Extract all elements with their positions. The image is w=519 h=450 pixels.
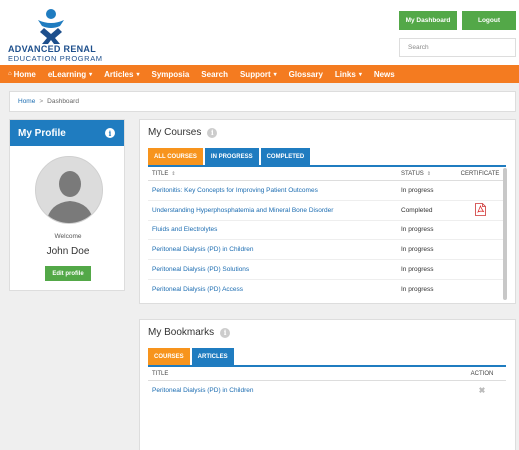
course-link[interactable]: Fluids and Electrolytes <box>148 226 401 233</box>
bookmark-link[interactable]: Peritoneal Dialysis (PD) in Children <box>148 387 458 394</box>
sort-icon: ⇕ <box>426 171 431 177</box>
course-link[interactable]: Understanding Hyperphosphatemia and Mine… <box>148 207 401 214</box>
bookmarks-panel-title: My Bookmarks i <box>148 327 231 338</box>
tab-completed[interactable]: COMPLETED <box>260 148 311 165</box>
action-cell: ✖ <box>458 386 506 395</box>
table-row: Fluids and Electrolytes In progress <box>148 221 506 241</box>
bookmarks-title-text: My Bookmarks <box>148 327 215 338</box>
tab-all-courses[interactable]: ALL COURSES <box>148 148 203 165</box>
table-row: Peritoneal Dialysis (PD) in Children In … <box>148 240 506 261</box>
info-icon[interactable]: i <box>207 127 218 138</box>
nav-articles[interactable]: Articles ▾ <box>104 70 139 79</box>
chevron-down-icon: ▾ <box>273 71 277 78</box>
column-status-header[interactable]: STATUS ⇕ <box>401 171 454 177</box>
pdf-icon <box>474 202 486 216</box>
chevron-down-icon: ▾ <box>358 71 362 78</box>
nav-support[interactable]: Support ▾ <box>240 70 277 79</box>
table-row: Peritoneal Dialysis (PD) in Children ✖ <box>148 381 506 401</box>
column-action-header: ACTION <box>470 371 494 377</box>
tab-in-progress[interactable]: IN PROGRESS <box>204 148 259 165</box>
table-row: Understanding Hyperphosphatemia and Mine… <box>148 201 506 221</box>
course-link[interactable]: Peritoneal Dialysis (PD) Access <box>148 286 401 293</box>
column-certificate-header: CERTIFICATE <box>460 171 500 177</box>
chevron-down-icon: ▾ <box>89 71 93 78</box>
breadcrumb-current: Dashboard <box>47 98 79 105</box>
nav-search[interactable]: Search <box>201 70 228 79</box>
bookmarks-panel: My Bookmarks i COURSES ARTICLES TITLE AC… <box>139 319 516 450</box>
courses-panel-title: My Courses i <box>148 127 218 138</box>
nav-symposia[interactable]: Symposia <box>151 70 189 79</box>
welcome-label: Welcome <box>54 233 82 240</box>
logout-button[interactable]: Logout <box>462 11 516 30</box>
remove-bookmark-icon[interactable]: ✖ <box>479 386 486 395</box>
arep-logo[interactable]: ADVANCED RENAL EDUCATION PROGRAM <box>8 8 118 63</box>
site-header: ADVANCED RENAL EDUCATION PROGRAM My Dash… <box>0 0 519 65</box>
table-row: Peritoneal Dialysis (PD) Access In progr… <box>148 280 506 300</box>
pdf-certificate-icon[interactable] <box>474 202 486 216</box>
bookmarks-table: TITLE ACTION Peritoneal Dialysis (PD) in… <box>148 368 506 401</box>
user-name: John Doe <box>46 246 90 257</box>
table-header: TITLE ACTION <box>148 368 506 381</box>
course-status: In progress <box>401 266 434 274</box>
info-icon[interactable]: i <box>105 128 115 138</box>
edit-profile-button[interactable]: Edit profile <box>45 266 91 281</box>
nav-home-label: Home <box>13 69 36 79</box>
certificate-cell <box>454 202 506 218</box>
course-status: In progress <box>401 186 434 194</box>
profile-panel: My Profile i Welcome John Doe Edit profi… <box>9 119 125 291</box>
my-dashboard-button[interactable]: My Dashboard <box>399 11 457 30</box>
course-status: In progress <box>401 286 434 294</box>
column-title-label: TITLE <box>152 171 169 177</box>
search-input[interactable] <box>399 38 516 57</box>
course-link[interactable]: Peritoneal Dialysis (PD) in Children <box>148 246 401 253</box>
tab-courses[interactable]: COURSES <box>148 348 190 365</box>
avatar <box>35 156 103 224</box>
course-status: Completed <box>401 206 433 214</box>
info-icon[interactable]: i <box>220 327 231 338</box>
nav-glossary[interactable]: Glossary <box>289 70 323 79</box>
nav-home[interactable]: ⌂ Home <box>8 70 36 79</box>
nav-news[interactable]: News <box>374 70 395 79</box>
profile-title: My Profile <box>18 127 66 139</box>
sort-icon: ⇕ <box>171 171 176 177</box>
column-title-header[interactable]: TITLE ⇕ <box>148 171 401 177</box>
courses-title-text: My Courses <box>148 127 202 138</box>
nav-news-label: News <box>373 69 395 79</box>
course-status: In progress <box>401 226 434 234</box>
logo-title: ADVANCED RENAL <box>8 44 97 54</box>
chevron-down-icon: ▾ <box>136 71 140 78</box>
course-link[interactable]: Peritonitis: Key Concepts for Improving … <box>148 187 401 194</box>
nav-support-label: Support <box>239 69 271 79</box>
nav-articles-label: Articles <box>104 69 134 79</box>
user-silhouette-icon <box>36 157 102 223</box>
column-status-label: STATUS <box>401 171 424 177</box>
profile-header: My Profile i <box>10 120 124 146</box>
nav-symposia-label: Symposia <box>151 69 190 79</box>
courses-tabs: ALL COURSES IN PROGRESS COMPLETED <box>148 148 506 167</box>
courses-scrollbar[interactable] <box>503 168 507 300</box>
nav-search-label: Search <box>201 69 228 79</box>
nav-links[interactable]: Links ▾ <box>335 70 362 79</box>
course-status: In progress <box>401 246 434 254</box>
table-row: Peritoneal Dialysis (PD) Solutions In pr… <box>148 260 506 280</box>
nav-links-label: Links <box>334 69 356 79</box>
breadcrumb: Home > Dashboard <box>9 91 516 112</box>
logo-figure-icon <box>38 9 64 44</box>
nav-elearning-label: eLearning <box>47 69 87 79</box>
table-row: Peritonitis: Key Concepts for Improving … <box>148 181 506 201</box>
logo-subtitle: EDUCATION PROGRAM <box>8 54 103 63</box>
table-header: TITLE ⇕ STATUS ⇕ CERTIFICATE <box>148 168 506 181</box>
nav-glossary-label: Glossary <box>288 69 323 79</box>
courses-panel: My Courses i ALL COURSES IN PROGRESS COM… <box>139 119 516 304</box>
breadcrumb-home-link[interactable]: Home <box>18 98 35 105</box>
tab-articles[interactable]: ARTICLES <box>191 348 234 365</box>
column-title-header: TITLE <box>152 371 169 377</box>
main-nav: ⌂ Home eLearning ▾ Articles ▾ Symposia Sear… <box>0 65 519 83</box>
course-link[interactable]: Peritoneal Dialysis (PD) Solutions <box>148 266 401 273</box>
home-icon: ⌂ <box>8 71 12 77</box>
breadcrumb-separator: > <box>39 98 44 105</box>
bookmarks-tabs: COURSES ARTICLES <box>148 348 506 367</box>
courses-table: TITLE ⇕ STATUS ⇕ CERTIFICATE Peritonitis: … <box>148 168 506 300</box>
nav-elearning[interactable]: eLearning ▾ <box>48 70 92 79</box>
